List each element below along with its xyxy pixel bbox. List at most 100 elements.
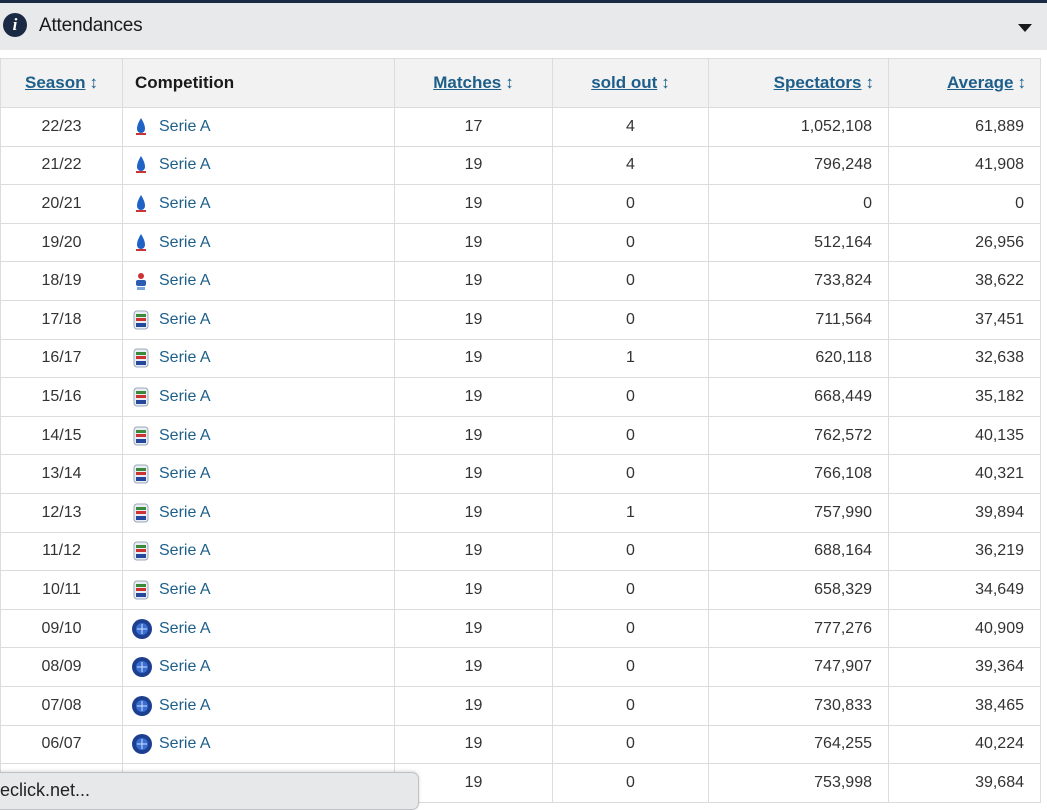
sold-out-cell: 0 (552, 377, 709, 417)
season-cell: 17/18 (0, 299, 123, 340)
serie-a-shield-logo-icon (131, 347, 151, 369)
season-cell: 20/21 (0, 184, 123, 224)
competition-link[interactable]: Serie A (159, 542, 211, 559)
season-cell: 16/17 (0, 338, 123, 379)
sort-sold-out-link[interactable]: sold out (591, 73, 657, 92)
sort-arrows-icon: ↕ (661, 73, 670, 92)
attendances-panel-header[interactable]: i Attendances (0, 3, 1047, 50)
table-row: 15/16 Serie A 19 0 668,449 35,182 (0, 377, 1041, 417)
spectators-cell: 711,564 (708, 299, 889, 340)
sort-average-link[interactable]: Average (947, 73, 1013, 92)
header-gap (0, 50, 1047, 58)
matches-cell: 19 (394, 724, 553, 765)
column-header-sold-out[interactable]: sold out ↕ (552, 58, 709, 108)
serie-a-2022-logo-icon (131, 193, 151, 215)
season-cell: 13/14 (0, 454, 123, 494)
spectators-cell: 762,572 (708, 415, 889, 456)
matches-cell: 19 (394, 647, 553, 687)
competition-link[interactable]: Serie A (159, 349, 211, 366)
column-header-season[interactable]: Season ↕ (0, 58, 123, 108)
matches-cell: 19 (394, 145, 553, 186)
table-row: 06/07 Serie A 19 0 764,255 40,224 (0, 724, 1041, 765)
spectators-cell: 796,248 (708, 145, 889, 186)
average-cell: 35,182 (888, 377, 1041, 417)
season-cell: 11/12 (0, 531, 123, 572)
serie-a-globe-logo-icon (131, 656, 152, 678)
column-header-matches[interactable]: Matches ↕ (394, 58, 553, 108)
table-row: 09/10 Serie A 19 0 777,276 40,909 (0, 608, 1041, 649)
serie-a-shield-logo-icon (131, 386, 151, 408)
average-cell: 38,465 (888, 685, 1041, 726)
average-cell: 40,224 (888, 724, 1041, 765)
serie-a-2018-logo-icon (131, 270, 151, 292)
average-cell: 32,638 (888, 338, 1041, 379)
sort-season-link[interactable]: Season (25, 73, 85, 92)
table-row: 10/11 Serie A 19 0 658,329 34,649 (0, 570, 1041, 610)
serie-a-shield-logo-icon (131, 309, 151, 331)
sold-out-cell: 0 (552, 531, 709, 572)
sold-out-cell: 4 (552, 107, 709, 147)
competition-link[interactable]: Serie A (159, 272, 211, 289)
sort-matches-link[interactable]: Matches (433, 73, 501, 92)
spectators-cell: 0 (708, 184, 889, 224)
average-cell: 40,321 (888, 454, 1041, 494)
sold-out-cell: 0 (552, 685, 709, 726)
average-cell: 36,219 (888, 531, 1041, 572)
competition-link[interactable]: Serie A (159, 504, 211, 521)
competition-cell: Serie A (122, 724, 395, 765)
competition-link[interactable]: Serie A (159, 697, 211, 714)
competition-link[interactable]: Serie A (159, 620, 211, 637)
status-url-text: eclick.net... (0, 780, 91, 800)
competition-link[interactable]: Serie A (159, 388, 211, 405)
competition-cell: Serie A (122, 184, 395, 224)
spectators-cell: 688,164 (708, 531, 889, 572)
matches-cell: 19 (394, 492, 553, 533)
serie-a-globe-logo-icon (131, 695, 152, 717)
competition-link[interactable]: Serie A (159, 465, 211, 482)
season-cell: 14/15 (0, 415, 123, 456)
matches-cell: 19 (394, 377, 553, 417)
competition-cell: Serie A (122, 685, 395, 726)
info-icon: i (3, 13, 27, 37)
spectators-cell: 730,833 (708, 685, 889, 726)
competition-link[interactable]: Serie A (159, 735, 211, 752)
sort-arrows-icon: ↕ (865, 73, 875, 92)
table-row: 22/23 Serie A 17 4 1,052,108 61,889 (0, 107, 1041, 147)
sold-out-cell: 0 (552, 454, 709, 494)
collapse-caret-icon[interactable] (1018, 24, 1032, 32)
sold-out-cell: 0 (552, 647, 709, 687)
matches-cell: 19 (394, 570, 553, 610)
competition-link[interactable]: Serie A (159, 658, 211, 675)
average-cell: 37,451 (888, 299, 1041, 340)
serie-a-shield-logo-icon (131, 502, 151, 524)
season-cell: 15/16 (0, 377, 123, 417)
column-header-spectators[interactable]: Spectators ↕ (708, 58, 889, 108)
sold-out-cell: 1 (552, 338, 709, 379)
column-header-average[interactable]: Average ↕ (888, 58, 1041, 108)
competition-link[interactable]: Serie A (159, 195, 211, 212)
competition-link[interactable]: Serie A (159, 118, 211, 135)
competition-cell: Serie A (122, 454, 395, 494)
table-row: 16/17 Serie A 19 1 620,118 32,638 (0, 338, 1041, 379)
competition-link[interactable]: Serie A (159, 156, 211, 173)
competition-link[interactable]: Serie A (159, 234, 211, 251)
competition-link[interactable]: Serie A (159, 311, 211, 328)
matches-cell: 19 (394, 608, 553, 649)
sold-out-cell: 0 (552, 724, 709, 765)
average-cell: 39,894 (888, 492, 1041, 533)
spectators-cell: 733,824 (708, 261, 889, 301)
table-header-row: Season ↕ Competition Matches ↕ sold out ↕ S… (0, 58, 1041, 108)
serie-a-shield-logo-icon (131, 425, 151, 447)
competition-cell: Serie A (122, 299, 395, 340)
competition-link[interactable]: Serie A (159, 581, 211, 598)
competition-cell: Serie A (122, 415, 395, 456)
sort-spectators-link[interactable]: Spectators (774, 73, 862, 92)
competition-link[interactable]: Serie A (159, 427, 211, 444)
average-cell: 40,909 (888, 608, 1041, 649)
sold-out-cell: 0 (552, 763, 709, 803)
average-cell: 61,889 (888, 107, 1041, 147)
serie-a-2022-logo-icon (131, 116, 151, 138)
season-cell: 07/08 (0, 685, 123, 726)
browser-status-bar: eclick.net... (0, 772, 419, 810)
season-cell: 12/13 (0, 492, 123, 533)
